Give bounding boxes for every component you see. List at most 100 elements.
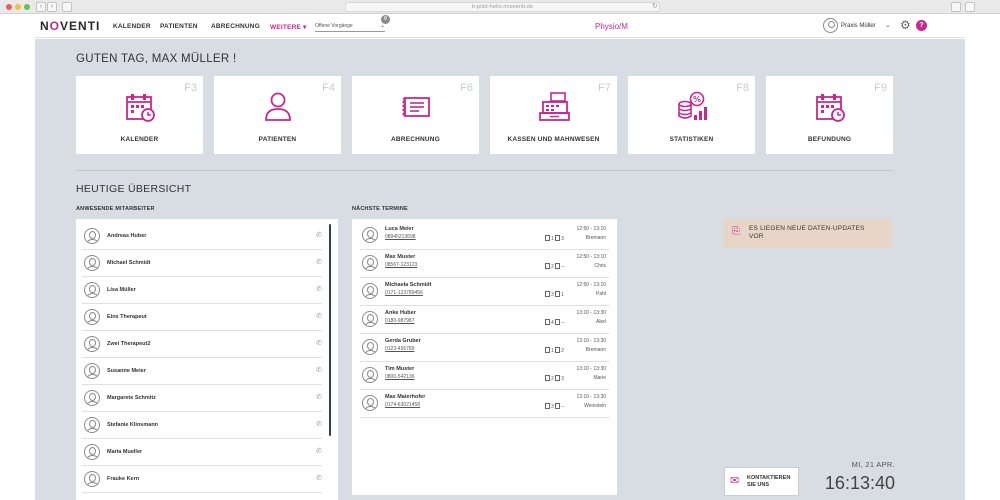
current-time: 16:13:40 — [824, 473, 895, 493]
invoice-icon — [401, 97, 430, 117]
appointment-row[interactable]: Michaela Schmidt 0171-123789456 12:50 - … — [360, 278, 609, 306]
nav-patienten[interactable]: PATIENTEN — [160, 23, 198, 30]
room-icon — [555, 235, 561, 241]
avatar — [362, 367, 378, 383]
avatar — [84, 309, 100, 325]
user-menu-chevron-icon[interactable]: ⌄ — [885, 21, 891, 29]
phone-icon[interactable]: ✆ — [316, 393, 322, 401]
room-icon — [555, 319, 561, 325]
list-item[interactable]: Stefanie Klinsmann ✆ — [82, 412, 322, 439]
tile-kassen-und-mahnwesen[interactable]: F7 KASSEN UND MAHNWESEN — [490, 76, 617, 154]
list-item[interactable]: Lisa Müller ✆ — [82, 277, 322, 304]
update-document-icon: ⎘ — [732, 226, 740, 237]
avatar — [362, 395, 378, 411]
overview-title: HEUTIGE ÜBERSICHT — [76, 183, 192, 195]
phone-icon[interactable]: ✆ — [316, 420, 322, 428]
avatar — [84, 471, 100, 487]
envelope-icon: ✉ — [730, 475, 740, 487]
document-icon — [545, 375, 550, 381]
person-icon — [264, 92, 291, 121]
close-window-icon[interactable] — [6, 4, 12, 10]
greeting-title: GUTEN TAG, MAX MÜLLER ! — [76, 53, 237, 65]
appointment-row[interactable]: Max Muster 08567-123123 12:50 - 13:10 2 … — [360, 250, 609, 278]
tile-kalender[interactable]: F3 KALENDER — [76, 76, 203, 154]
scrollbar[interactable] — [329, 224, 331, 436]
forward-icon[interactable]: › — [47, 2, 57, 12]
tile-befundung[interactable]: F9 BEFUNDUNG — [766, 76, 893, 154]
phone-icon[interactable]: ✆ — [316, 258, 322, 266]
open-tasks-badge: 0 — [381, 15, 390, 24]
list-item[interactable]: Zwei Therapeut2 ✆ — [82, 331, 322, 358]
help-button[interactable]: ? — [916, 20, 927, 31]
dashboard: GUTEN TAG, MAX MÜLLER ! F3 KALENDER F4 P… — [35, 39, 965, 500]
document-icon — [545, 403, 550, 409]
phone-icon[interactable]: ✆ — [316, 339, 322, 347]
calendar-icon — [125, 94, 155, 122]
phone-icon[interactable]: ✆ — [316, 285, 322, 293]
user-avatar[interactable] — [823, 18, 838, 33]
nav-weitere[interactable]: WEITERE ▾ — [270, 23, 306, 31]
back-icon[interactable]: ‹ — [36, 2, 46, 12]
appointment-row[interactable]: Max Maierhofer 0174-63021458 13:10 - 13:… — [360, 390, 609, 418]
document-icon — [545, 347, 550, 353]
list-item[interactable]: Andreas Huber ✆ — [82, 223, 322, 250]
app-title: Physio/M — [595, 22, 628, 31]
tile-abrechnung[interactable]: F6 ABRECHNUNG — [352, 76, 479, 154]
noventi-logo[interactable]: NOVENTI — [40, 19, 100, 33]
appointment-row[interactable]: Anke Huber 0180-987987 13:10 - 13:30 4 -… — [360, 306, 609, 334]
list-item[interactable]: Margarete Schmitz ✆ — [82, 385, 322, 412]
document-icon — [545, 263, 550, 269]
maximize-window-icon[interactable] — [24, 4, 30, 10]
avatar — [362, 339, 378, 355]
avatar — [362, 283, 378, 299]
tile-statistiken[interactable]: F8 % STATISTIKEN — [628, 76, 755, 154]
sidebar-toggle-icon[interactable] — [62, 2, 72, 12]
appointment-row[interactable]: Tim Muster 0800-542136 13:10 - 13:30 2 3… — [360, 362, 609, 390]
appointments-list: Luca Meier 08945213698 12:50 - 13:10 1 3… — [352, 219, 617, 495]
phone-icon[interactable]: ✆ — [316, 447, 322, 455]
list-item[interactable]: Eins Therapeut ✆ — [82, 304, 322, 331]
phone-icon[interactable]: ✆ — [316, 366, 322, 374]
open-tasks-select[interactable]: Offene Vorgänge ⌄ — [315, 20, 385, 32]
document-icon — [545, 319, 550, 325]
tile-patienten[interactable]: F4 PATIENTEN — [214, 76, 341, 154]
avatar — [84, 417, 100, 433]
browser-toolbar: ‹ › b-pilot-hello.nnoventi.de ↻ — [0, 0, 1000, 14]
appointment-row[interactable]: Gerda Gruber 0123-456789 13:10 - 13:30 1… — [360, 334, 609, 362]
nav-kalender[interactable]: KALENDER — [113, 23, 151, 30]
statistics-icon: % — [677, 91, 707, 120]
cash-register-icon — [538, 92, 570, 121]
current-date: MI, 21 APR. — [851, 460, 895, 469]
phone-icon[interactable]: ✆ — [316, 231, 322, 239]
tabs-icon[interactable] — [965, 2, 975, 12]
nav-abrechnung[interactable]: ABRECHNUNG — [211, 23, 260, 30]
gear-icon[interactable]: ⚙ — [900, 19, 911, 31]
address-bar[interactable]: b-pilot-hello.nnoventi.de — [345, 2, 660, 12]
avatar — [84, 255, 100, 271]
avatar — [84, 444, 100, 460]
appointment-row[interactable]: Luca Meier 08945213698 12:50 - 13:10 1 3… — [360, 222, 609, 250]
minimize-window-icon[interactable] — [15, 4, 21, 10]
staff-list: Andreas Huber ✆ Michael Schmidt ✆ Lisa Mül… — [76, 219, 338, 500]
document-icon — [545, 291, 550, 297]
calendar-icon — [815, 94, 845, 122]
avatar — [362, 311, 378, 327]
list-item[interactable]: Maria Mueller ✆ — [82, 439, 322, 466]
avatar — [362, 255, 378, 271]
room-icon — [555, 263, 561, 269]
list-item[interactable]: Susanne Meier ✆ — [82, 358, 322, 385]
avatar — [362, 227, 378, 243]
reload-icon[interactable]: ↻ — [652, 2, 658, 12]
list-item[interactable]: Frauke Kern ✆ — [82, 466, 322, 493]
data-update-notice[interactable]: ⎘ ES LIEGEN NEUE DATEN-UPDATES VOR — [723, 219, 892, 248]
share-icon[interactable] — [951, 2, 961, 12]
document-icon — [545, 235, 550, 241]
list-item[interactable]: Michael Schmidt ✆ — [82, 250, 322, 277]
phone-icon[interactable]: ✆ — [316, 312, 322, 320]
contact-button[interactable]: ✉ KONTAKTIEREN SIE UNS — [724, 467, 799, 496]
user-name[interactable]: Praxis Müller — [841, 23, 876, 29]
phone-icon[interactable]: ✆ — [316, 474, 322, 482]
room-icon — [555, 375, 561, 381]
avatar — [84, 228, 100, 244]
avatar — [84, 390, 100, 406]
